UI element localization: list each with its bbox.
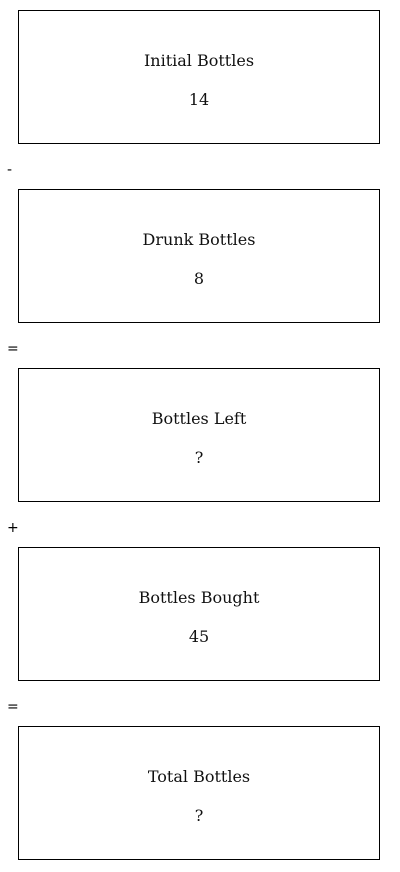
box-drunk-bottles: Drunk Bottles 8 [18, 189, 380, 323]
box-label: Total Bottles [147, 767, 251, 786]
box-value: 14 [188, 90, 210, 109]
operator-equals: = [7, 341, 19, 357]
box-label: Initial Bottles [143, 51, 255, 70]
box-label: Bottles Left [151, 409, 247, 428]
operator-plus: + [7, 520, 19, 536]
box-value: ? [194, 806, 204, 825]
box-bottles-bought: Bottles Bought 45 [18, 547, 380, 681]
box-value: 45 [188, 627, 210, 646]
box-value: ? [194, 448, 204, 467]
box-label: Bottles Bought [138, 588, 260, 607]
box-total-bottles: Total Bottles ? [18, 726, 380, 860]
operator-minus: - [7, 162, 13, 178]
box-initial-bottles: Initial Bottles 14 [18, 10, 380, 144]
box-value: 8 [193, 269, 205, 288]
box-bottles-left: Bottles Left ? [18, 368, 380, 502]
operator-equals: = [7, 699, 19, 715]
box-label: Drunk Bottles [142, 230, 256, 249]
